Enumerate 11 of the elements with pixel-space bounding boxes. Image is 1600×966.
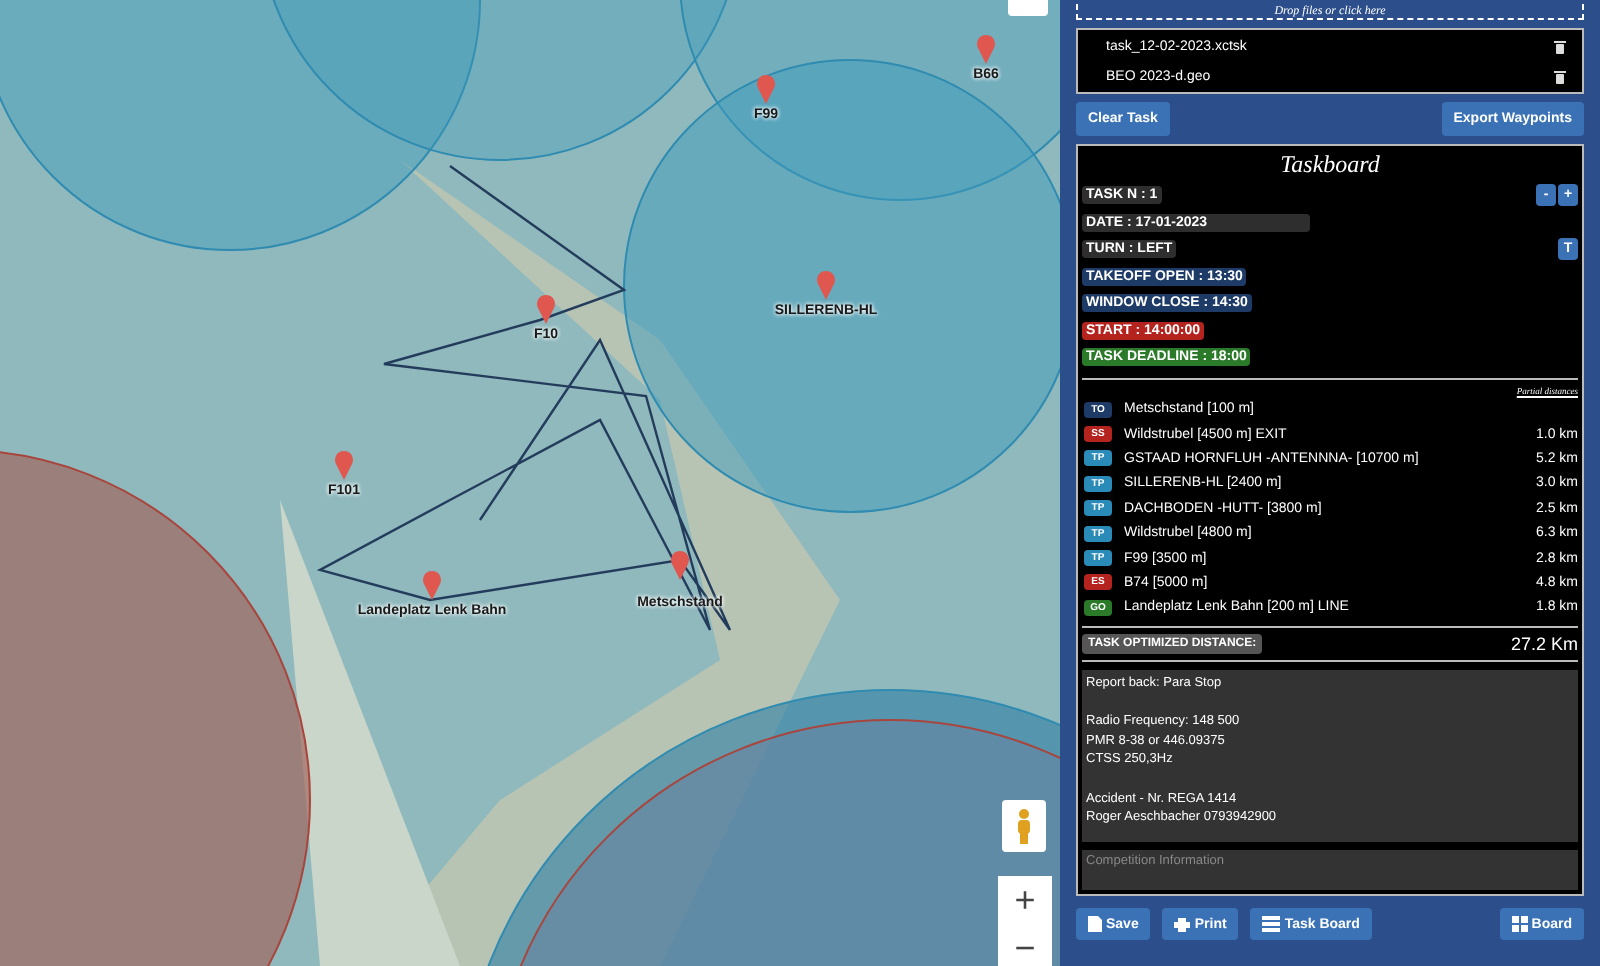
trash-icon[interactable] [1554, 70, 1566, 84]
grid-icon [1511, 916, 1528, 933]
save-icon [1088, 916, 1102, 933]
map-pin-icon[interactable] [423, 570, 441, 600]
street-view-person-icon[interactable] [1002, 800, 1046, 852]
taskboard-title: Taskboard [1278, 150, 1382, 180]
list-icon [1262, 916, 1281, 933]
optimized-distance-value: 27.2 Km [1510, 634, 1578, 655]
trash-icon[interactable] [1554, 40, 1566, 54]
map-pin-icon[interactable] [537, 294, 555, 324]
map-pin-icon[interactable] [671, 550, 689, 580]
